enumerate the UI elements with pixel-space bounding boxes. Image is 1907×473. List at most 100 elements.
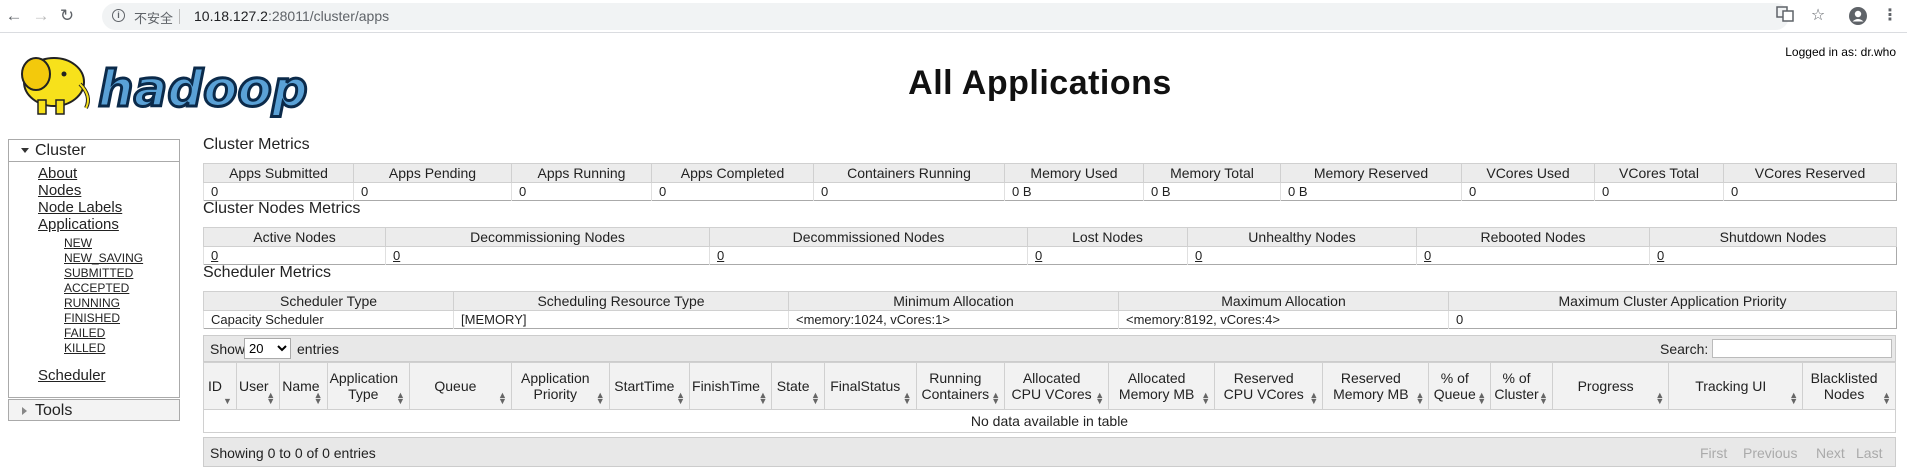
- column-label: ID: [207, 378, 222, 394]
- forward-arrow-icon[interactable]: →: [30, 5, 52, 27]
- sort-both-icon: ▲ ▼: [991, 390, 1001, 406]
- metric-value-unhealthy-nodes[interactable]: 0: [1187, 246, 1417, 265]
- column-header-tracking-ui[interactable]: Tracking UI ▲ ▼: [1668, 362, 1804, 410]
- pagination-last[interactable]: Last: [1856, 445, 1882, 461]
- column-header-finalstatus[interactable]: FinalStatus ▲ ▼: [823, 362, 917, 410]
- column-header-blacklisted-nodes[interactable]: Blacklisted Nodes ▲ ▼: [1802, 362, 1896, 410]
- metric-value-shutdown-nodes[interactable]: 0: [1649, 246, 1897, 265]
- column-header-name[interactable]: Name ▲ ▼: [279, 362, 328, 410]
- sort-both-icon: ▲ ▼: [1477, 390, 1487, 406]
- column-header-application-type[interactable]: Application Type ▲ ▼: [326, 362, 410, 410]
- metric-header-vcores-reserved: VCores Reserved: [1723, 163, 1897, 183]
- table-footer: Showing 0 to 0 of 0 entries First Previo…: [203, 437, 1896, 467]
- metric-header-rebooted-nodes: Rebooted Nodes: [1416, 227, 1650, 247]
- metric-value-scheduler-type: Capacity Scheduler: [203, 310, 454, 329]
- column-header-of-queue[interactable]: % of Queue ▲ ▼: [1428, 362, 1492, 410]
- metric-header-memory-total: Memory Total: [1143, 163, 1281, 183]
- sort-both-icon: ▲ ▼: [1415, 390, 1425, 406]
- metric-value-decommissioning-nodes[interactable]: 0: [385, 246, 710, 265]
- column-label: StartTime: [614, 378, 675, 394]
- entries-label: entries: [297, 341, 340, 357]
- sort-both-icon: ▲ ▼: [902, 390, 912, 406]
- column-label: FinishTime: [692, 378, 760, 394]
- column-header-progress[interactable]: Progress ▲ ▼: [1551, 362, 1670, 410]
- sidebar-cluster-panel: Cluster About Nodes Node Labels Applicat…: [8, 139, 180, 398]
- column-header-state[interactable]: State ▲ ▼: [771, 362, 825, 410]
- column-label: Reserved CPU VCores: [1223, 370, 1304, 402]
- column-header-of-cluster[interactable]: % of Cluster ▲ ▼: [1490, 362, 1553, 410]
- node-metrics-table: Active Nodes Decommissioning Nodes Decommi…: [203, 227, 1897, 265]
- pagination-first[interactable]: First: [1700, 445, 1727, 461]
- menu-dots-icon[interactable]: ⋮: [1880, 6, 1900, 26]
- metric-header-scheduler-type: Scheduler Type: [203, 291, 454, 311]
- sidebar-state-failed[interactable]: FAILED: [64, 326, 105, 340]
- sidebar-item-nodes[interactable]: Nodes: [38, 182, 81, 199]
- metric-header-apps-completed: Apps Completed: [651, 163, 814, 183]
- column-header-queue[interactable]: Queue ▲ ▼: [408, 362, 512, 410]
- column-header-application-priority[interactable]: Application Priority ▲ ▼: [510, 362, 610, 410]
- column-header-user[interactable]: User ▲ ▼: [235, 362, 281, 410]
- page-size-select[interactable]: 20: [244, 338, 291, 359]
- translate-icon[interactable]: [1775, 5, 1795, 25]
- metric-value-lost-nodes[interactable]: 0: [1027, 246, 1188, 265]
- sidebar-item-node-labels[interactable]: Node Labels: [38, 199, 122, 216]
- show-label: Show: [210, 341, 246, 357]
- metric-header-decommissioning-nodes: Decommissioning Nodes: [385, 227, 710, 247]
- metric-header-lost-nodes: Lost Nodes: [1027, 227, 1188, 247]
- info-icon[interactable]: i: [112, 9, 125, 22]
- metric-value-rebooted-nodes[interactable]: 0: [1416, 246, 1650, 265]
- pagination-next[interactable]: Next: [1816, 445, 1845, 461]
- column-label: % of Queue: [1433, 370, 1476, 402]
- metric-value-active-nodes[interactable]: 0: [203, 246, 386, 265]
- scheduler-metrics-table: Scheduler Type Scheduling Resource Type Mi…: [203, 291, 1897, 329]
- url-text[interactable]: 10.18.127.2:28011/cluster/apps: [194, 8, 389, 24]
- sidebar-tools-header[interactable]: Tools: [8, 399, 180, 421]
- sort-both-icon: ▲ ▼: [758, 390, 768, 406]
- bookmark-star-icon[interactable]: ☆: [1808, 6, 1828, 26]
- sidebar-state-new[interactable]: NEW: [64, 236, 92, 250]
- sort-both-icon: ▲ ▼: [1201, 390, 1211, 406]
- sidebar-item-applications[interactable]: Applications: [38, 216, 119, 233]
- logged-in-user: Logged in as: dr.who: [1785, 45, 1896, 59]
- collapsed-triangle-icon: [22, 407, 27, 415]
- sidebar-cluster-header[interactable]: Cluster: [9, 140, 179, 162]
- search-input[interactable]: [1712, 339, 1892, 358]
- sidebar-state-submitted[interactable]: SUBMITTED: [64, 266, 133, 280]
- metric-value-decommissioned-nodes[interactable]: 0: [709, 246, 1028, 265]
- column-label: Progress: [1577, 378, 1634, 394]
- browser-toolbar: ← → ↻ i 不安全 10.18.127.2:28011/cluster/ap…: [0, 0, 1907, 33]
- page-title: All Applications: [908, 64, 1172, 102]
- sidebar-state-killed[interactable]: KILLED: [64, 341, 105, 355]
- metric-header-minimum-allocation: Minimum Allocation: [788, 291, 1119, 311]
- column-label: Allocated Memory MB: [1118, 370, 1195, 402]
- sidebar-item-scheduler[interactable]: Scheduler: [38, 367, 106, 384]
- column-header-starttime[interactable]: StartTime ▲ ▼: [608, 362, 691, 410]
- sort-both-icon: ▲ ▼: [810, 390, 820, 406]
- empty-table-message: No data available in table: [203, 409, 1896, 433]
- column-label: Application Priority: [521, 370, 590, 402]
- sidebar-state-new-saving[interactable]: NEW_SAVING: [64, 251, 143, 265]
- back-arrow-icon[interactable]: ←: [3, 5, 25, 27]
- column-header-reserved-memory-mb[interactable]: Reserved Memory MB ▲ ▼: [1322, 362, 1430, 410]
- sidebar-state-finished[interactable]: FINISHED: [64, 311, 120, 325]
- address-bar[interactable]: i 不安全 10.18.127.2:28011/cluster/apps: [102, 3, 1789, 30]
- reload-icon[interactable]: ↻: [56, 5, 78, 27]
- sort-both-icon: ▲ ▼: [1789, 390, 1799, 406]
- metric-value-vcores-used: 0: [1461, 182, 1595, 201]
- column-header-allocated-memory-mb[interactable]: Allocated Memory MB ▲ ▼: [1108, 362, 1216, 410]
- column-label: Tracking UI: [1695, 378, 1767, 394]
- column-header-finishtime[interactable]: FinishTime ▲ ▼: [689, 362, 773, 410]
- sidebar-state-running[interactable]: RUNNING: [64, 296, 120, 310]
- address-separator: [179, 9, 180, 24]
- column-label: % of Cluster: [1494, 370, 1539, 402]
- metric-header-maximum-allocation: Maximum Allocation: [1118, 291, 1449, 311]
- column-header-id[interactable]: ID ▼: [203, 362, 237, 410]
- column-header-reserved-cpu-vcores[interactable]: Reserved CPU VCores ▲ ▼: [1214, 362, 1324, 410]
- profile-icon[interactable]: [1848, 6, 1868, 26]
- sidebar-item-about[interactable]: About: [38, 165, 77, 182]
- sort-desc-icon: ▼: [223, 396, 232, 406]
- sidebar-state-accepted[interactable]: ACCEPTED: [64, 281, 129, 295]
- column-header-running-containers[interactable]: Running Containers ▲ ▼: [915, 362, 1006, 410]
- column-header-allocated-cpu-vcores[interactable]: Allocated CPU VCores ▲ ▼: [1004, 362, 1110, 410]
- pagination-previous[interactable]: Previous: [1743, 445, 1797, 461]
